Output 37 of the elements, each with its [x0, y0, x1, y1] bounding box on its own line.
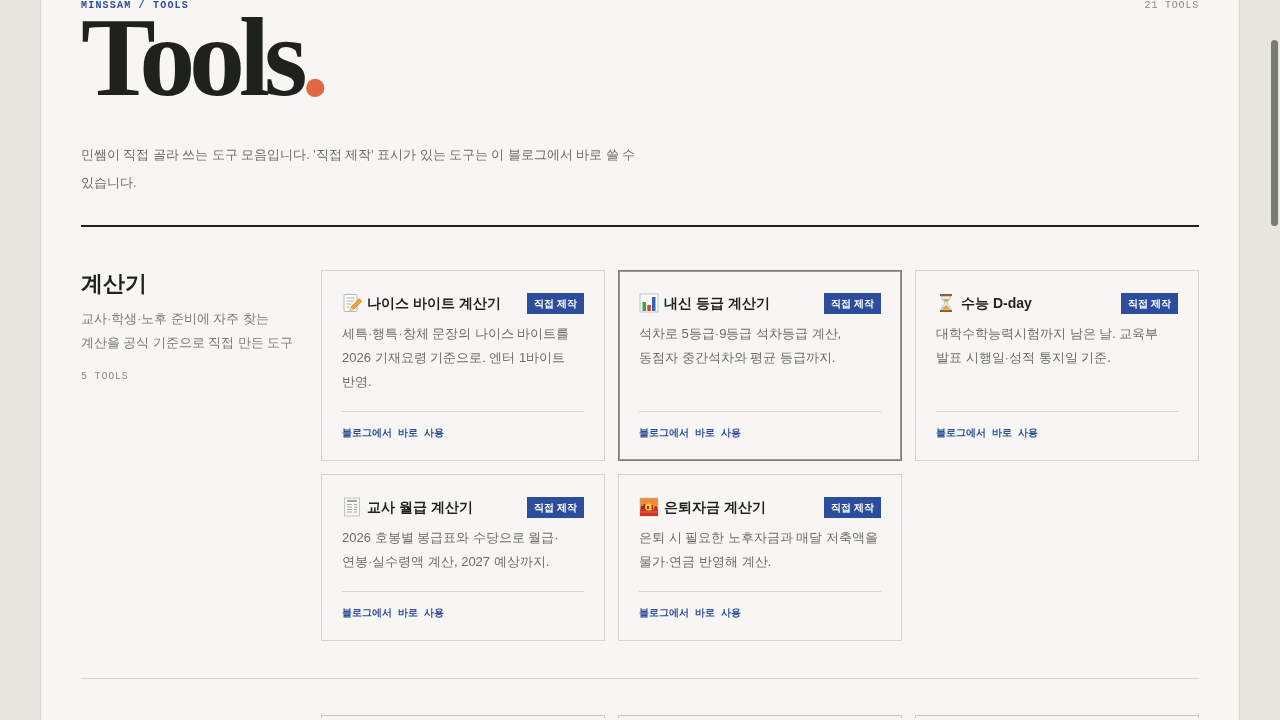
use-link[interactable]: 블로그에서 바로 사용: [639, 607, 741, 618]
breadcrumb[interactable]: MINSSAM / TOOLS: [81, 0, 189, 12]
intro-text: 민쌤이 직접 골라 쓰는 도구 모음입니다. '직접 제작' 표시가 있는 도구는 이 블로그에서 바로 쓸 수 있습니다.: [81, 147, 637, 192]
use-link[interactable]: 블로그에서 바로 사용: [342, 427, 444, 438]
use-link[interactable]: 블로그에서 바로 사용: [639, 427, 741, 438]
made-badge: 직접 제작: [527, 496, 584, 518]
tool-description: 대학수학능력시험까지 남은 날. 교육부 발표 시행일·성적 통지일 기준.: [936, 325, 1160, 367]
scrollbar-thumb[interactable]: [1271, 40, 1278, 226]
page-title: Tools.: [81, 10, 324, 105]
tool-description: 2026 호봉별 봉급표와 수당으로 월급·연봉·실수령액 계산, 2027 예상까지.: [342, 529, 560, 571]
made-badge: 직접 제작: [824, 292, 881, 314]
tool-card[interactable]: 수능 D-day 직접 제작 대학수학능력시험까지 남은 날. 교육부 발표 시행일·성적 통지일 기준. 블로그에서 바로 사용: [915, 270, 1199, 461]
made-badge: 직접 제작: [824, 496, 881, 518]
tool-card[interactable]: 내신 등급 계산기 직접 제작 석차로 5등급·9등급 석차등급 계산, 동점자 중간석차와 평균 등급까지. 블로그에서 바로 사용: [618, 270, 902, 461]
bar-chart-icon: [639, 293, 659, 313]
tool-title: 내신 등급 계산기: [664, 294, 770, 313]
tool-description: 은퇴 시 필요한 노후자금과 매달 저축액을 물가·연금 반영해 계산.: [639, 529, 880, 571]
tool-title: 나이스 바이트 계산기: [367, 294, 501, 313]
tool-card[interactable]: 나이스 바이트 계산기 직접 제작 세특·행특·창체 문장의 나이스 바이트를 2026 기재요령 기준으로. 엔터 1바이트 반영. 블로그에서 바로 사용: [321, 270, 605, 461]
section-description: 교사·학생·노후 준비에 자주 찾는 계산을 공식 기준으로 직접 만든 도구: [81, 311, 295, 352]
tool-card[interactable]: 은퇴자금 계산기 직접 제작 은퇴 시 필요한 노후자금과 매달 저축액을 물가·연금 반영해 계산. 블로그에서 바로 사용: [618, 474, 902, 641]
tool-count: 21 TOOLS: [1144, 0, 1199, 12]
section-tool-count: 5 TOOLS: [81, 370, 129, 384]
tool-title: 교사 월급 계산기: [367, 498, 473, 517]
tool-description: 세특·행특·창체 문장의 나이스 바이트를 2026 기재요령 기준으로. 엔터 1바이트 반영.: [342, 325, 571, 391]
receipt-icon: [342, 497, 362, 517]
tool-card[interactable]: 교사 월급 계산기 직접 제작 2026 호봉별 봉급표와 수당으로 월급·연봉·실수령액 계산, 2027 예상까지. 블로그에서 바로 사용: [321, 474, 605, 641]
section-heading: 계산기: [81, 270, 147, 298]
made-badge: 직접 제작: [1121, 292, 1178, 314]
use-link[interactable]: 블로그에서 바로 사용: [342, 607, 444, 618]
memo-icon: [342, 293, 362, 313]
tool-title: 은퇴자금 계산기: [664, 498, 766, 517]
use-link[interactable]: 블로그에서 바로 사용: [936, 427, 1038, 438]
tool-title: 수능 D-day: [961, 294, 1032, 313]
sunset-icon: [639, 497, 659, 517]
made-badge: 직접 제작: [527, 292, 584, 314]
tool-description: 석차로 5등급·9등급 석차등급 계산, 동점자 중간석차와 평균 등급까지.: [639, 325, 843, 367]
